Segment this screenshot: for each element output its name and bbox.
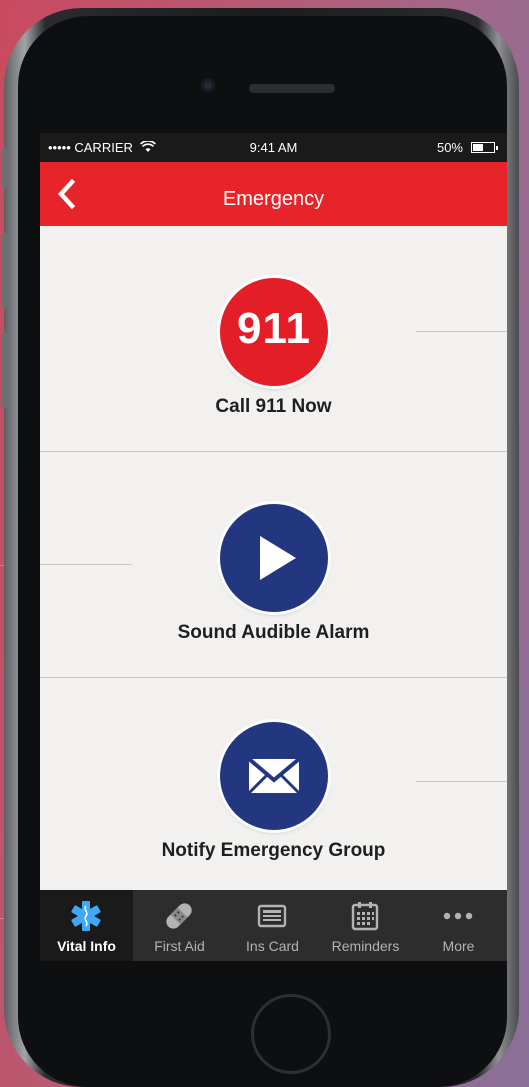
star-of-life-icon bbox=[71, 901, 101, 931]
emergency-number-icon: 911 bbox=[237, 304, 311, 353]
battery-icon bbox=[471, 142, 498, 153]
more-dots-icon bbox=[443, 912, 473, 920]
notify-group-label: Notify Emergency Group bbox=[161, 840, 386, 861]
battery-nub bbox=[496, 146, 498, 150]
tab-reminders[interactable]: Reminders bbox=[319, 890, 412, 961]
nav-bar: Emergency bbox=[40, 162, 507, 226]
front-camera bbox=[201, 78, 215, 92]
tab-first-aid[interactable]: First Aid bbox=[133, 890, 226, 961]
page-title: Emergency bbox=[222, 188, 325, 210]
notify-group-action[interactable]: Notify Emergency Group bbox=[40, 670, 507, 895]
battery-fill bbox=[473, 144, 483, 151]
volume-down-button bbox=[2, 333, 8, 408]
calendar-icon bbox=[351, 902, 379, 931]
tab-ins-card[interactable]: Ins Card bbox=[226, 890, 319, 961]
tab-label: Reminders bbox=[331, 938, 400, 954]
decorative-line bbox=[416, 331, 507, 332]
tab-label: First Aid bbox=[154, 938, 205, 954]
call-911-action[interactable]: 911 Call 911 Now bbox=[40, 226, 507, 451]
tab-bar: Vital Info First Aid Ins Card Reminders … bbox=[40, 890, 507, 961]
sound-alarm-label: Sound Audible Alarm bbox=[177, 622, 370, 643]
decorative-line bbox=[416, 781, 507, 782]
notify-group-button[interactable] bbox=[220, 722, 328, 830]
sound-alarm-button[interactable] bbox=[220, 504, 328, 612]
tab-label: Vital Info bbox=[57, 938, 116, 954]
volume-up-button bbox=[2, 233, 8, 308]
tab-label: More bbox=[442, 938, 475, 954]
tab-vital-info[interactable]: Vital Info bbox=[40, 890, 133, 961]
tab-more[interactable]: More bbox=[412, 890, 507, 961]
call-911-button[interactable]: 911 bbox=[220, 278, 328, 386]
app-screen: ••••• CARRIER 9:41 AM 50% Emergency 911 … bbox=[40, 133, 507, 961]
status-bar: ••••• CARRIER 9:41 AM 50% bbox=[40, 133, 507, 162]
bandage-icon bbox=[166, 903, 192, 929]
play-icon bbox=[260, 536, 296, 580]
decorative-line bbox=[40, 564, 132, 565]
earpiece-speaker bbox=[249, 84, 335, 93]
envelope-icon bbox=[247, 757, 301, 795]
battery-percent: 50% bbox=[436, 140, 463, 155]
home-button[interactable] bbox=[251, 994, 331, 1074]
mute-switch bbox=[2, 148, 8, 188]
call-911-label: Call 911 Now bbox=[215, 396, 332, 417]
card-icon bbox=[257, 904, 287, 928]
tab-label: Ins Card bbox=[246, 938, 299, 954]
